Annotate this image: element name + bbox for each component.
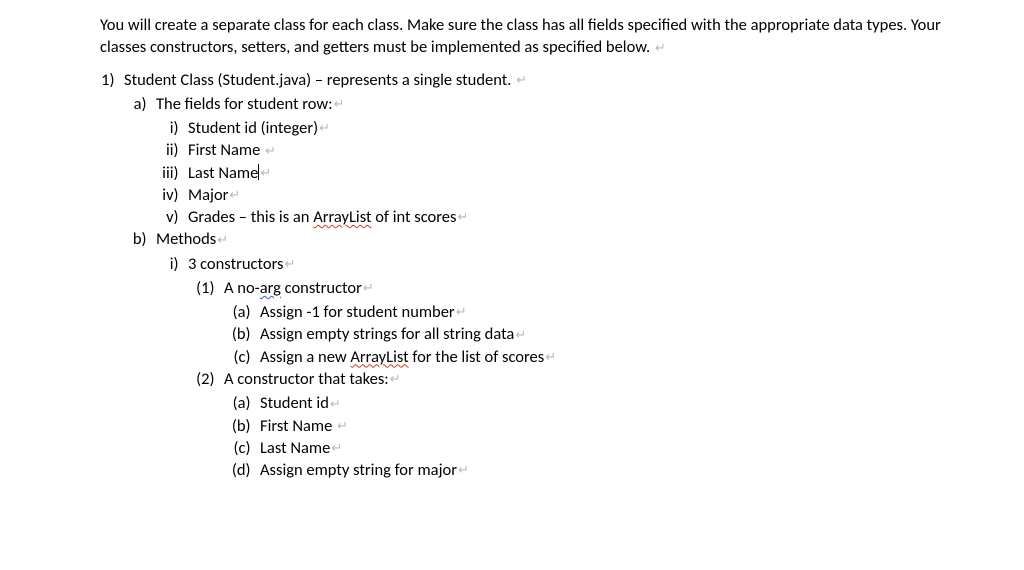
- ctor2-d-text: Assign empty string for major: [260, 460, 457, 480]
- ctor2-a-text: Student id: [260, 393, 329, 413]
- item-1a-label: The fields for student row:: [156, 94, 333, 114]
- item-1-text: Student Class (Student.java) – represent…: [124, 70, 515, 90]
- ctor1-b-text: Assign empty strings for all string data: [260, 324, 514, 344]
- ctor1-c: Assign a new ArrayList for the list of s…: [258, 346, 999, 368]
- field-first-name: First Name ↵: [186, 139, 999, 161]
- field-student-id: Student id (integer)↵: [186, 117, 999, 139]
- paragraph-mark-icon: ↵: [456, 305, 467, 320]
- intro-paragraph: You will create a separate class for eac…: [100, 14, 999, 59]
- ctor1-c-word: ArrayList: [350, 347, 408, 367]
- paragraph-mark-icon: ↵: [217, 233, 228, 248]
- item-1b-methods: Methods↵ 3 constructors↵ A no-arg constr…: [154, 228, 999, 481]
- paragraph-mark-icon: ↵: [265, 144, 276, 159]
- ctor2-b: First Name ↵: [258, 415, 999, 437]
- ctor1-b: Assign empty strings for all string data…: [258, 323, 999, 345]
- item-1-student-class: Student Class (Student.java) – represent…: [122, 69, 999, 482]
- field-first-name-text: First Name: [188, 140, 264, 160]
- paragraph-mark-icon: ↵: [545, 350, 556, 365]
- ctor2-c: Last Name↵: [258, 437, 999, 459]
- paragraph-mark-icon: ↵: [515, 328, 526, 343]
- field-student-id-text: Student id (integer): [188, 118, 318, 138]
- field-grades-word: ArrayList: [313, 207, 371, 227]
- paragraph-mark-icon: ↵: [516, 73, 527, 88]
- field-major: Major↵: [186, 184, 999, 206]
- field-last-name: Last Name↵: [186, 162, 999, 184]
- methods-list: 3 constructors↵ A no-arg constructor↵ As…: [156, 253, 999, 482]
- document-page: You will create a separate class for eac…: [0, 0, 1024, 481]
- item-1a-fields: The fields for student row:↵ Student id …: [154, 93, 999, 229]
- method-constructors: 3 constructors↵ A no-arg constructor↵ As…: [186, 253, 999, 482]
- paragraph-mark-icon: ↵: [334, 97, 345, 112]
- ctor-params: A constructor that takes:↵ Student id↵ F…: [222, 368, 999, 481]
- ctor-noarg-post: constructor: [281, 278, 362, 298]
- paragraph-mark-icon: ↵: [337, 419, 348, 434]
- ctor-noarg-steps: Assign -1 for student number↵ Assign emp…: [224, 301, 999, 368]
- paragraph-mark-icon: ↵: [285, 257, 296, 272]
- item-1b-label: Methods: [156, 229, 216, 249]
- ctor2-a: Student id↵: [258, 392, 999, 414]
- ctor2-d: Assign empty string for major↵: [258, 459, 999, 481]
- ctor-params-label: A constructor that takes:: [224, 369, 389, 389]
- ctor-noarg-pre: A no-: [224, 278, 260, 298]
- field-major-text: Major: [188, 185, 228, 205]
- paragraph-mark-icon: ↵: [458, 463, 469, 478]
- item-1-sublist: The fields for student row:↵ Student id …: [124, 93, 999, 482]
- ctor1-c-pre: Assign a new: [260, 347, 350, 367]
- paragraph-mark-icon: ↵: [229, 188, 240, 203]
- paragraph-mark-icon: ↵: [457, 210, 468, 225]
- ctor2-b-text: First Name: [260, 416, 336, 436]
- top-list: Student Class (Student.java) – represent…: [100, 69, 999, 482]
- intro-text: You will create a separate class for eac…: [100, 15, 941, 57]
- field-grades-post: of int scores: [372, 207, 457, 227]
- ctor2-c-text: Last Name: [260, 438, 330, 458]
- ctor1-c-post: for the list of scores: [409, 347, 545, 367]
- field-grades: Grades – this is an ArrayList of int sco…: [186, 206, 999, 228]
- field-grades-pre: Grades – this is an: [188, 207, 313, 227]
- ctor1-a-text: Assign -1 for student number: [260, 302, 455, 322]
- ctor1-a: Assign -1 for student number↵: [258, 301, 999, 323]
- ctor-noarg: A no-arg constructor↵ Assign -1 for stud…: [222, 277, 999, 368]
- constructors-list: A no-arg constructor↵ Assign -1 for stud…: [188, 277, 999, 481]
- paragraph-mark-icon: ↵: [655, 41, 666, 56]
- paragraph-mark-icon: ↵: [319, 121, 330, 136]
- ctor-params-steps: Student id↵ First Name ↵ Last Name↵ Assi…: [224, 392, 999, 481]
- fields-list: Student id (integer)↵ First Name ↵ Last …: [156, 117, 999, 228]
- paragraph-mark-icon: ↵: [363, 281, 374, 296]
- paragraph-mark-icon: ↵: [260, 166, 271, 181]
- paragraph-mark-icon: ↵: [390, 372, 401, 387]
- ctor-noarg-word: arg: [260, 278, 281, 298]
- method-constructors-label: 3 constructors: [188, 254, 284, 274]
- paragraph-mark-icon: ↵: [330, 397, 341, 412]
- field-last-name-text: Last Name: [188, 163, 258, 183]
- paragraph-mark-icon: ↵: [331, 441, 342, 456]
